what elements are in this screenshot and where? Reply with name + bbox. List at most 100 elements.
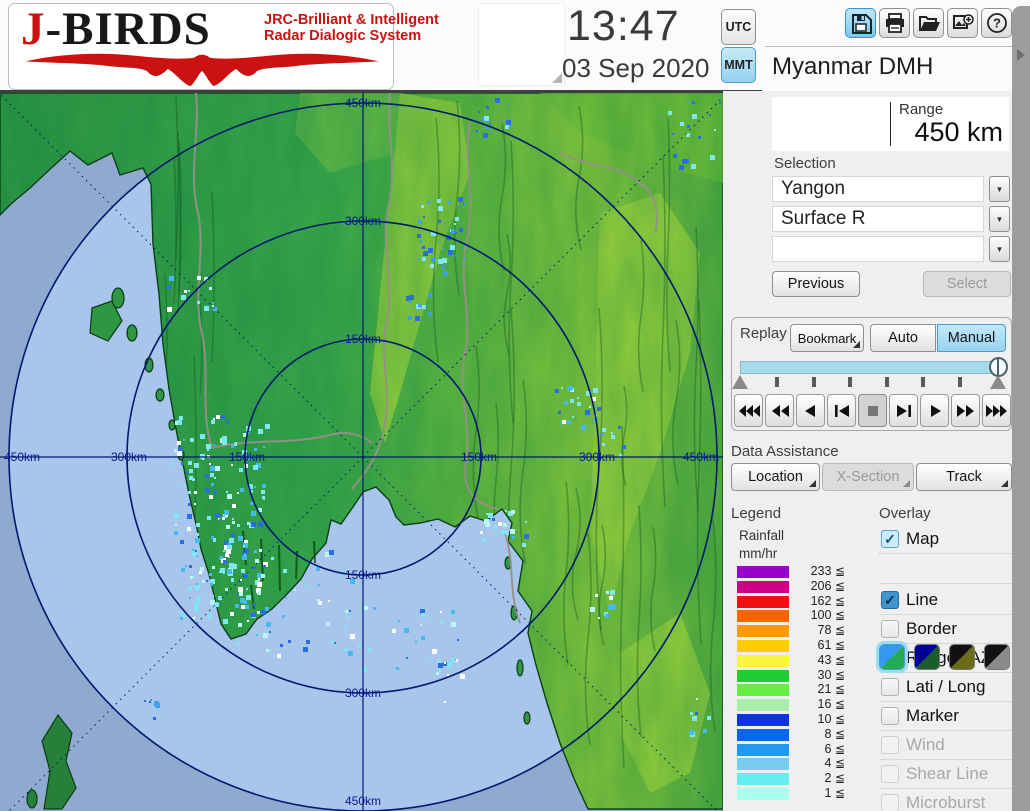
range-divider — [890, 102, 891, 146]
selection-field-2[interactable]: Surface R — [772, 206, 984, 232]
checkbox-border[interactable] — [881, 620, 899, 638]
checkbox-wind — [881, 736, 899, 754]
legend-value: 61 ≦ — [793, 638, 845, 652]
legend-color-swatch — [737, 625, 789, 637]
forward2-icon — [954, 404, 978, 418]
help-icon: ? — [985, 11, 1009, 35]
map-style-swatch-1[interactable] — [879, 644, 905, 670]
slider-tick — [775, 377, 779, 387]
overlay-separator — [879, 759, 1015, 760]
legend-value: 43 ≦ — [793, 653, 845, 667]
image-add-button[interactable] — [947, 8, 978, 38]
rewind2-button[interactable] — [765, 394, 794, 427]
panel-collapse-strip[interactable] — [1012, 6, 1030, 811]
dropdown-corner-icon — [809, 480, 816, 487]
forward2-button[interactable] — [951, 394, 980, 427]
overlay-row-microburst: Microburst — [879, 793, 1012, 811]
timezone-button-utc[interactable]: UTC — [721, 9, 756, 45]
checkbox-marker[interactable] — [881, 707, 899, 725]
manual-button[interactable]: Manual — [937, 324, 1006, 352]
play-back-icon — [799, 404, 823, 418]
legend-color-swatch — [737, 729, 789, 741]
selection-label: Selection — [774, 155, 836, 172]
step-first-button[interactable] — [827, 394, 856, 427]
previous-button[interactable]: Previous — [772, 271, 860, 297]
map-style-icon — [915, 645, 939, 669]
overlay-row-lati-long: Lati / Long — [879, 677, 1012, 699]
legend-color-swatch — [737, 684, 789, 696]
checkbox-map[interactable]: ✓ — [881, 530, 899, 548]
map-style-swatch-3[interactable] — [949, 644, 975, 670]
selection-field-3[interactable] — [772, 236, 984, 262]
logo-wordmark: J-BIRDS — [21, 6, 211, 53]
control-panel: Range 450 km Selection Yangon▼Surface R▼… — [723, 91, 1012, 811]
help-button[interactable]: ? — [981, 8, 1012, 38]
overlay-row-marker: Marker — [879, 706, 1012, 728]
svg-text:150km: 150km — [229, 450, 265, 464]
map-style-icon — [880, 645, 904, 669]
map-style-swatch-4[interactable] — [984, 644, 1010, 670]
legend-unit-line2: mm/hr — [739, 546, 777, 561]
save-button[interactable] — [845, 8, 876, 38]
replay-label: Replay — [740, 325, 787, 342]
legend-color-swatch — [737, 596, 789, 608]
folder-icon — [917, 11, 941, 35]
auto-button[interactable]: Auto — [870, 324, 936, 352]
bookmark-button[interactable]: Bookmark — [790, 324, 864, 352]
slider-tick — [812, 377, 816, 387]
overlay-label: Overlay — [879, 505, 931, 522]
forward3-button[interactable] — [982, 394, 1011, 427]
button-label: Location — [748, 469, 803, 485]
select-button[interactable]: Select — [923, 271, 1011, 297]
rewind3-button[interactable] — [734, 394, 763, 427]
slider-tick — [885, 377, 889, 387]
legend-color-swatch — [737, 788, 789, 800]
checkbox-shear-line — [881, 765, 899, 783]
resize-grip-icon[interactable] — [552, 73, 562, 83]
selection-field-1[interactable]: Yangon — [772, 176, 984, 202]
print-button[interactable] — [879, 8, 910, 38]
checkbox-lati-long[interactable] — [881, 678, 899, 696]
map-style-swatches — [879, 644, 1010, 670]
legend-color-swatch — [737, 670, 789, 682]
svg-text:150km: 150km — [345, 332, 381, 346]
svg-text:450km: 450km — [4, 450, 40, 464]
map-style-swatch-2[interactable] — [914, 644, 940, 670]
legend-value: 21 ≦ — [793, 682, 845, 696]
print-icon — [883, 11, 907, 35]
selection-dropdown-button-1[interactable]: ▼ — [989, 176, 1010, 202]
overlay-separator — [879, 701, 1015, 702]
selection-dropdown-button-2[interactable]: ▼ — [989, 206, 1010, 232]
seek-start-marker[interactable] — [732, 375, 748, 389]
step-last-button[interactable] — [889, 394, 918, 427]
legend-color-swatch — [737, 773, 789, 785]
legend-color-swatch — [737, 714, 789, 726]
selection-dropdown-button-3[interactable]: ▼ — [989, 236, 1010, 262]
replay-slider-track[interactable] — [740, 361, 1002, 374]
play-button[interactable] — [920, 394, 949, 427]
radar-map-canvas[interactable]: 150km150km150km150km300km300km300km300km… — [0, 93, 723, 811]
jbirds-logo: J-BIRDS JRC-Brilliant & Intelligent Rada… — [8, 3, 394, 90]
legend-value: 4 ≦ — [793, 756, 845, 770]
play-back-button[interactable] — [796, 394, 825, 427]
seek-end-marker[interactable] — [990, 375, 1006, 389]
replay-slider-handle[interactable] — [989, 357, 1008, 377]
location-button[interactable]: Location — [731, 463, 820, 491]
collapse-arrow-icon[interactable] — [1017, 49, 1025, 61]
track-button[interactable]: Track — [916, 463, 1012, 491]
checkbox-line[interactable]: ✓ — [881, 591, 899, 609]
eagle-icon — [17, 50, 387, 88]
timezone-button-mmt[interactable]: MMT — [721, 47, 756, 83]
legend-color-swatch — [737, 640, 789, 652]
play-icon — [923, 404, 947, 418]
slider-tick — [848, 377, 852, 387]
stop-button[interactable] — [858, 394, 887, 427]
range-value: 450 km — [914, 117, 1003, 148]
legend-unit-line1: Rainfall — [739, 528, 784, 543]
overlay-item-label: Map — [906, 529, 939, 549]
x-section-button[interactable]: X-Section — [822, 463, 914, 491]
folder-button[interactable] — [913, 8, 944, 38]
toolbar: ? — [845, 8, 1012, 38]
slider-tick — [958, 377, 962, 387]
replay-group: Replay Bookmark Auto Manual — [731, 317, 1012, 431]
